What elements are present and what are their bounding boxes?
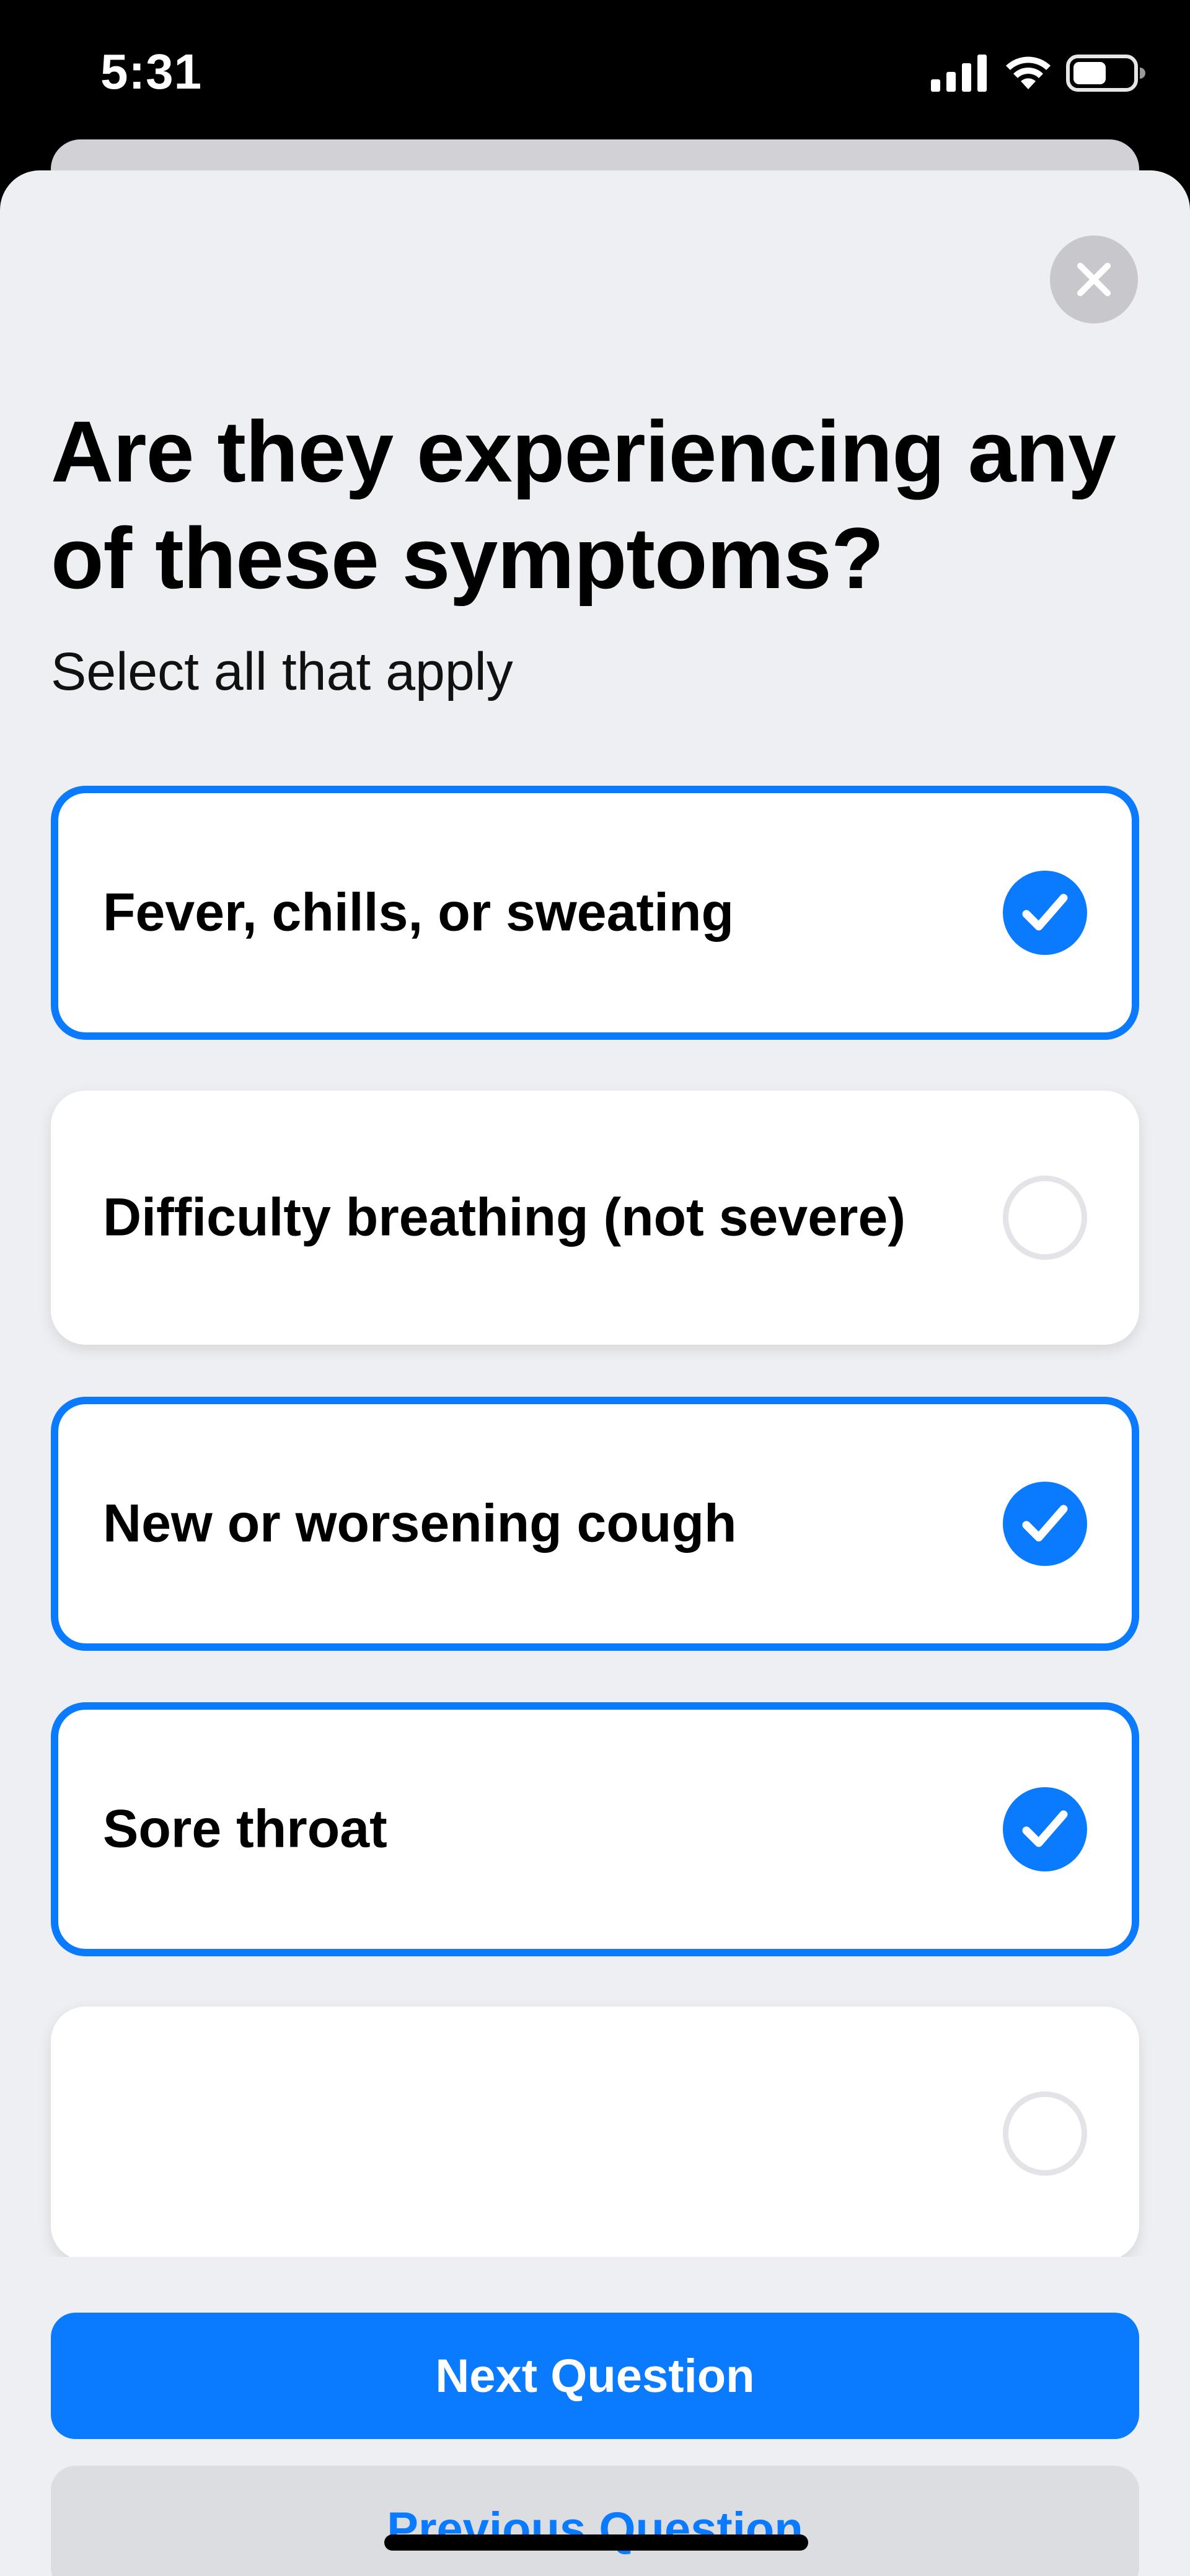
screen: 5:31 Are they experiencing any of these … — [0, 0, 1190, 2576]
previous-question-button[interactable]: Previous Question — [51, 2466, 1139, 2576]
symptom-option-label: Sore throat — [103, 1799, 387, 1859]
home-indicator[interactable] — [384, 2534, 808, 2551]
symptom-option-label: New or worsening cough — [103, 1493, 737, 1554]
status-time: 5:31 — [100, 44, 203, 99]
check-circle-icon — [1003, 2091, 1087, 2176]
symptom-option[interactable]: New or worsening cough — [51, 1397, 1139, 1651]
bottom-action-bar: Next Question Previous Question — [0, 2257, 1190, 2576]
symptom-option-list: Fever, chills, or sweating Difficulty br… — [0, 170, 1190, 2257]
wifi-icon — [1006, 56, 1051, 89]
symptom-question-sheet: Are they experiencing any of these sympt… — [0, 170, 1190, 2576]
next-question-button[interactable]: Next Question — [51, 2313, 1139, 2439]
battery-icon — [1066, 55, 1145, 92]
check-circle-icon — [1003, 1482, 1087, 1566]
symptom-option-label: Fever, chills, or sweating — [103, 882, 734, 943]
checkmark-icon — [1022, 1810, 1068, 1847]
check-circle-icon — [1003, 871, 1087, 955]
check-circle-icon — [1003, 1176, 1087, 1260]
status-bar: 5:31 — [0, 0, 1190, 143]
symptom-option[interactable]: Fever, chills, or sweating — [51, 786, 1139, 1040]
cellular-signal-icon — [931, 55, 987, 92]
symptom-option[interactable]: Difficulty breathing (not severe) — [51, 1091, 1139, 1345]
check-circle-icon — [1003, 1787, 1087, 1871]
checkmark-icon — [1022, 894, 1068, 931]
symptom-option[interactable] — [51, 2007, 1139, 2257]
checkmark-icon — [1022, 1505, 1068, 1542]
symptom-option[interactable]: Sore throat — [51, 1702, 1139, 1956]
symptom-option-label: Difficulty breathing (not severe) — [103, 1187, 906, 1247]
